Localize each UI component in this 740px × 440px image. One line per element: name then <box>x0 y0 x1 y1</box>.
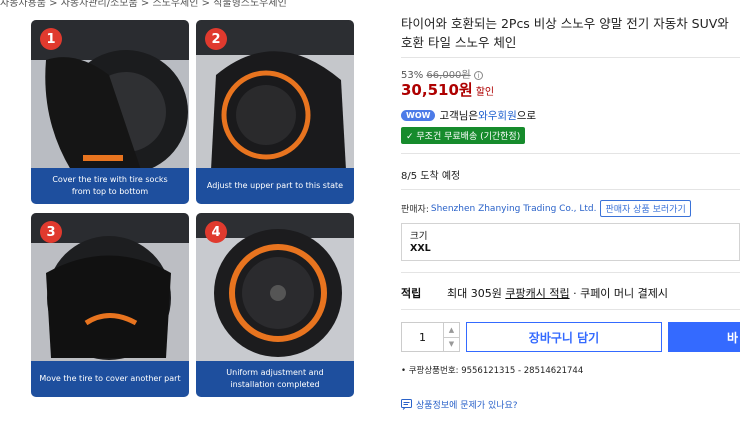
quantity-down-icon[interactable]: ▼ <box>444 338 459 352</box>
gallery-image-1[interactable]: 1 Cover the tire with tire socks from to… <box>31 20 189 204</box>
image-caption: Adjust the upper part to this state <box>196 168 354 204</box>
gallery-image-2[interactable]: 2 Adjust the upper part to this state <box>196 20 354 204</box>
seller-row: 판매자: Shenzhen Zhanying Trading Co., Ltd.… <box>401 200 691 217</box>
wow-badge: WOW <box>401 110 436 121</box>
step-number: 1 <box>40 28 62 50</box>
wow-member-link[interactable]: 와우회원 <box>478 108 517 123</box>
wow-text-pre: 고객님은 <box>439 110 479 122</box>
report-problem-link[interactable]: 상품정보에 문제가 있나요? <box>401 398 518 411</box>
sale-price: 30,510원 <box>401 81 473 99</box>
price-row: 30,510원 할인 <box>401 79 494 100</box>
divider <box>401 189 740 190</box>
price-label: 할인 <box>475 87 495 98</box>
wow-text-post: 으로 <box>516 110 537 122</box>
points-text-post: · 쿠페이 머니 결제시 <box>569 287 669 300</box>
breadcrumb[interactable]: 자동차용품 > 자동차관리/소모품 > 스노우체인 > 직물형스노우체인 <box>0 0 287 9</box>
gallery-image-3[interactable]: 3 Move the tire to cover another part <box>31 213 189 397</box>
report-link-text: 상품정보에 문제가 있나요? <box>416 401 518 411</box>
quantity-stepper[interactable]: 1 ▲ ▼ <box>401 322 460 352</box>
arrival-date: 8/5 도착 예정 <box>401 171 461 182</box>
image-caption: Move the tire to cover another part <box>31 361 189 397</box>
buy-now-button[interactable]: 바 <box>668 322 740 352</box>
coupang-cash-link[interactable]: 쿠팡캐시 적립 <box>505 287 569 300</box>
step-number: 4 <box>205 221 227 243</box>
seller-label: 판매자: <box>401 205 429 215</box>
points-text-pre: 최대 305원 <box>447 287 506 300</box>
add-to-cart-button[interactable]: 장바구니 담기 <box>466 322 662 352</box>
divider <box>401 153 740 154</box>
image-caption: Cover the tire with tire socks from top … <box>31 168 189 204</box>
size-option-select[interactable]: 크기 XXL <box>401 223 740 261</box>
divider <box>401 309 740 310</box>
option-label: 크기 <box>410 231 428 242</box>
seller-products-button[interactable]: 판매자 상품 보러가기 <box>600 200 691 217</box>
wow-row: WOW 고객님은 와우회원 으로 <box>401 108 536 123</box>
points-label: 적립 <box>401 287 422 300</box>
step-number: 3 <box>40 221 62 243</box>
seller-name-link[interactable]: Shenzhen Zhanying Trading Co., Ltd. <box>431 204 597 214</box>
divider <box>401 57 740 58</box>
product-number: • 쿠팡상품번호: 9556121315 - 28514621744 <box>401 366 584 376</box>
quantity-input[interactable]: 1 <box>402 323 443 351</box>
divider <box>401 272 740 273</box>
image-caption: Uniform adjustment and installation comp… <box>196 361 354 397</box>
option-value: XXL <box>410 243 431 254</box>
free-shipping-badge: ✓ 무조건 무료배송 (기간한정) <box>401 127 526 144</box>
points-row: 적립 최대 305원 쿠팡캐시 적립 · 쿠페이 머니 결제시 <box>401 285 668 301</box>
gallery-image-4[interactable]: 4 Uniform adjustment and installation co… <box>196 213 354 397</box>
product-title: 타이어와 호환되는 2Pcs 비상 스노우 양말 전기 자동차 SUV와 호환 … <box>401 16 729 50</box>
quantity-up-icon[interactable]: ▲ <box>444 323 459 338</box>
step-number: 2 <box>205 28 227 50</box>
report-icon <box>401 399 412 410</box>
